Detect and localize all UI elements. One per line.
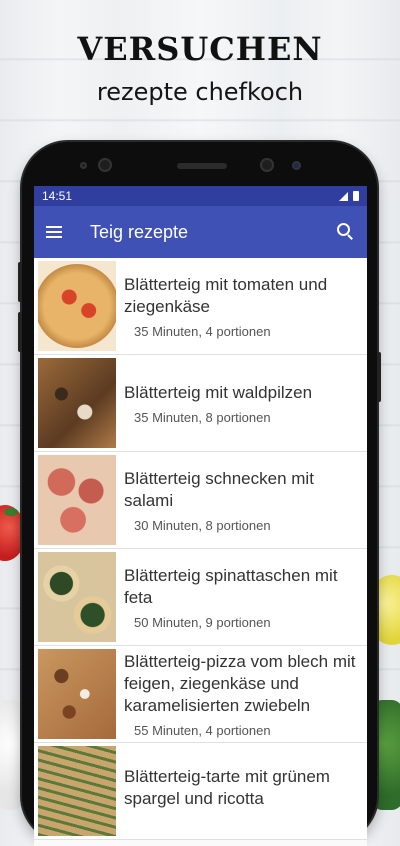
recipe-title: Blätterteig schnecken mit salami [124,468,314,510]
promo-subtitle: rezepte chefkoch [96,78,304,106]
speaker-grille [177,163,227,169]
app-title: Teig rezepte [90,221,189,242]
recipe-thumbnail [38,746,116,836]
app-bar: Teig rezepte [34,206,367,258]
recipe-title: Blätterteig-pizza vom blech mit feigen, … [124,651,356,715]
promo-title: VERSUCHEN [77,30,323,68]
signal-icon [339,191,348,201]
list-item[interactable]: Blätterteig-pizza vom blech mit feigen, … [34,646,367,743]
battery-icon [353,191,359,201]
recipe-title: Blätterteig mit waldpilzen [124,382,313,402]
recipe-meta: 30 Minuten, 8 portionen [134,517,271,533]
recipe-list: Blätterteig mit tomaten und ziegenkäse 3… [34,258,367,840]
recipe-thumbnail [38,358,116,448]
status-time: 14:51 [42,189,73,203]
phone-screen: 14:51 Teig rezepte Blätterteig mit tomat… [34,186,367,846]
iris-camera-icon [260,158,274,172]
list-item[interactable]: Blätterteig schnecken mit salami 30 Minu… [34,452,367,549]
status-icons [339,191,359,201]
volume-button [18,312,22,352]
list-item[interactable]: Blätterteig mit tomaten und ziegenkäse 3… [34,258,367,355]
recipe-thumbnail [38,552,116,642]
power-button [377,352,381,402]
list-item[interactable]: Blätterteig mit waldpilzen 35 Minuten, 8… [34,355,367,452]
recipe-title: Blätterteig mit tomaten und ziegenkäse [124,274,328,316]
volume-button [18,262,22,302]
tomato-leaf-decoration [4,508,18,516]
list-item[interactable]: Blätterteig-tarte mit grünem spargel und… [34,743,367,840]
recipe-meta: 55 Minuten, 4 portionen [134,722,271,738]
status-bar: 14:51 [34,186,367,206]
front-camera-icon [98,158,112,172]
list-item[interactable]: Blätterteig spinattaschen mit feta 50 Mi… [34,549,367,646]
recipe-title: Blätterteig-tarte mit grünem spargel und… [124,767,330,808]
sensor-icon [80,162,87,169]
recipe-meta: 35 Minuten, 4 portionen [134,323,271,339]
recipe-meta: 50 Minuten, 9 portionen [134,614,271,630]
search-icon[interactable] [337,223,355,241]
menu-icon[interactable] [46,226,62,238]
recipe-meta: 35 Minuten, 8 portionen [134,409,271,425]
recipe-thumbnail [38,649,116,739]
promo-header: VERSUCHEN rezepte chefkoch [0,30,400,106]
recipe-title: Blätterteig spinattaschen mit feta [124,565,338,607]
recipe-thumbnail [38,455,116,545]
recipe-thumbnail [38,261,116,351]
phone-frame: 14:51 Teig rezepte Blätterteig mit tomat… [18,142,381,846]
sensor-icon [292,161,301,170]
